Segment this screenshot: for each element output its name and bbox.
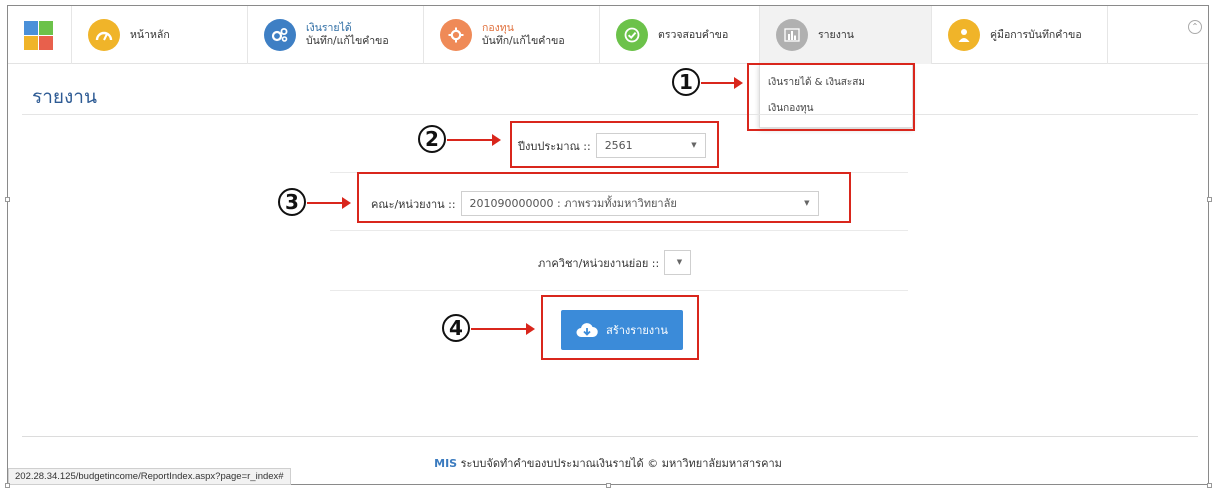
caret-down-icon: ▼: [676, 258, 683, 266]
resize-handle[interactable]: [1207, 197, 1212, 202]
nav-item-home[interactable]: หน้าหลัก: [72, 6, 248, 64]
annotation-marker-1: 1: [672, 68, 700, 96]
top-nav: หน้าหลัก เงินรายได้ บันทึก/แก้ไขคำขอ กอง…: [8, 6, 1208, 64]
nav-item-report[interactable]: รายงาน: [760, 6, 932, 64]
nav-title: ตรวจสอบคำขอ: [658, 28, 729, 41]
divider: [330, 230, 908, 231]
resize-handle[interactable]: [5, 197, 10, 202]
logo-grid-icon: [24, 21, 53, 50]
department-label: ภาควิชา/หน่วยงานย่อย ::: [538, 256, 660, 270]
nav-item-fund[interactable]: กองทุน บันทึก/แก้ไขคำขอ: [424, 6, 600, 64]
annotation-marker-3: 3: [278, 188, 306, 216]
resize-handle[interactable]: [606, 483, 611, 488]
nav-subtitle: บันทึก/แก้ไขคำขอ: [482, 35, 565, 47]
check-icon: [616, 19, 648, 51]
nav-item-review[interactable]: ตรวจสอบคำขอ: [600, 6, 760, 64]
annotation-marker-4: 4: [442, 314, 470, 342]
annotation-box-1: [747, 63, 915, 131]
footer-brand: MIS: [434, 457, 458, 470]
resize-handle[interactable]: [5, 483, 10, 488]
arrow-right-icon: [307, 197, 351, 209]
footer-copyright: ระบบจัดทำคำของบประมาณเงินรายได้ © มหาวิท…: [460, 457, 782, 470]
footer-divider: [22, 436, 1198, 437]
gear-icon: [440, 19, 472, 51]
resize-handle[interactable]: [1207, 483, 1212, 488]
arrow-right-icon: [471, 323, 535, 335]
app-window: หน้าหลัก เงินรายได้ บันทึก/แก้ไขคำขอ กอง…: [7, 5, 1209, 485]
nav-title: หน้าหลัก: [130, 28, 170, 41]
annotation-box-3: [357, 172, 851, 223]
annotation-box-2: [510, 121, 719, 168]
chevron-up-circle-icon[interactable]: ⌃: [1188, 20, 1202, 34]
nav-item-manual[interactable]: คู่มือการบันทึกคำขอ: [932, 6, 1108, 64]
department-select[interactable]: ▼: [664, 250, 692, 275]
nav-title: คู่มือการบันทึกคำขอ: [990, 28, 1082, 41]
annotation-box-4: [541, 295, 699, 360]
dashboard-icon: [88, 19, 120, 51]
nav-title: กองทุน: [482, 22, 514, 34]
gears-icon: [264, 19, 296, 51]
divider: [330, 290, 908, 291]
nav-item-income[interactable]: เงินรายได้ บันทึก/แก้ไขคำขอ: [248, 6, 424, 64]
app-logo[interactable]: [8, 6, 72, 64]
page-title: รายงาน: [32, 86, 97, 108]
bar-chart-icon: [776, 19, 808, 51]
users-icon: [948, 19, 980, 51]
department-row: ภาควิชา/หน่วยงานย่อย :: ▼: [538, 250, 692, 275]
divider: [22, 114, 1198, 115]
nav-title: รายงาน: [818, 28, 854, 41]
nav-title: เงินรายได้: [306, 22, 352, 34]
annotation-marker-2: 2: [418, 125, 446, 153]
nav-subtitle: บันทึก/แก้ไขคำขอ: [306, 35, 389, 47]
arrow-right-icon: [447, 134, 501, 146]
arrow-right-icon: [701, 77, 743, 89]
status-bar-url: 202.28.34.125/budgetincome/ReportIndex.a…: [8, 468, 291, 485]
